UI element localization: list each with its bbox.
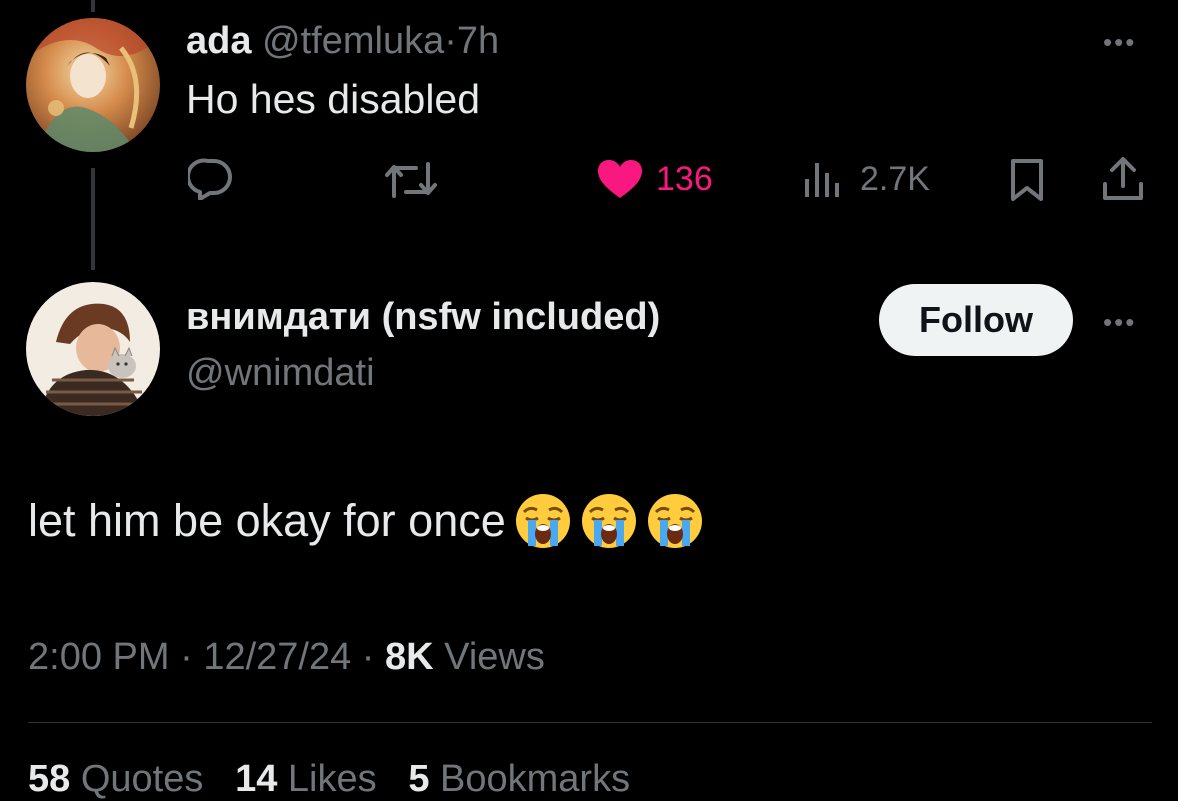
bookmark-icon: [1011, 159, 1043, 201]
post-more-icon[interactable]: •••: [1103, 307, 1136, 338]
thread-line-top: [91, 0, 95, 12]
heart-filled-icon: [598, 160, 642, 198]
stat-quotes[interactable]: 58 Quotes: [28, 758, 203, 800]
post-body: let him be okay for once: [28, 492, 704, 550]
stat-bookmarks[interactable]: 5 Bookmarks: [408, 758, 630, 800]
loudly-crying-face-icon: [580, 492, 638, 550]
thread-line: [91, 168, 95, 270]
like-count: 136: [656, 159, 713, 198]
post-time[interactable]: 2:00 PM: [28, 636, 170, 678]
post-views-count: 8K: [385, 636, 434, 678]
bookmark-button[interactable]: [1010, 158, 1044, 202]
avatar-wnimdati-image: [26, 282, 160, 416]
avatar-ada-image: [26, 18, 160, 152]
reply-button[interactable]: [188, 158, 234, 200]
share-icon: [1103, 157, 1143, 200]
views-button[interactable]: 2.7K: [804, 160, 930, 199]
loudly-crying-face-icon: [514, 492, 572, 550]
views-count: 2.7K: [860, 160, 930, 198]
reply-handle[interactable]: @tfemluka: [262, 20, 444, 62]
follow-button[interactable]: Follow: [879, 284, 1073, 356]
reply-more-icon[interactable]: •••: [1103, 27, 1136, 58]
post-meta: 2:00 PM · 12/27/24 · 8K Views: [28, 636, 545, 679]
share-button[interactable]: [1100, 156, 1146, 202]
like-button[interactable]: 136: [596, 158, 713, 200]
reply-separator: ·: [444, 20, 457, 62]
reply-text: Ho hes disabled: [186, 76, 481, 122]
meta-separator: ·: [180, 636, 193, 678]
reply-time[interactable]: 7h: [457, 20, 499, 62]
analytics-icon: [805, 162, 839, 197]
avatar-wnimdati[interactable]: [26, 282, 160, 416]
divider: [28, 722, 1152, 723]
retweet-button[interactable]: [384, 160, 438, 200]
post-text: let him be okay for once: [28, 495, 506, 546]
loudly-crying-face-icon: [646, 492, 704, 550]
post-views-label: Views: [444, 636, 545, 678]
post-date[interactable]: 12/27/24: [203, 636, 351, 678]
reply-display-name[interactable]: ada: [186, 20, 251, 62]
retweet-icon: [385, 162, 437, 198]
stat-likes[interactable]: 14 Likes: [235, 758, 377, 800]
meta-separator: ·: [361, 636, 375, 678]
avatar-ada[interactable]: [26, 18, 160, 152]
post-handle[interactable]: @wnimdati: [186, 352, 375, 395]
comment-icon: [188, 158, 232, 200]
post-display-name[interactable]: внимдати (nsfw included): [186, 296, 660, 338]
post-stats: 58 Quotes 14 Likes 5 Bookmarks: [28, 758, 630, 801]
